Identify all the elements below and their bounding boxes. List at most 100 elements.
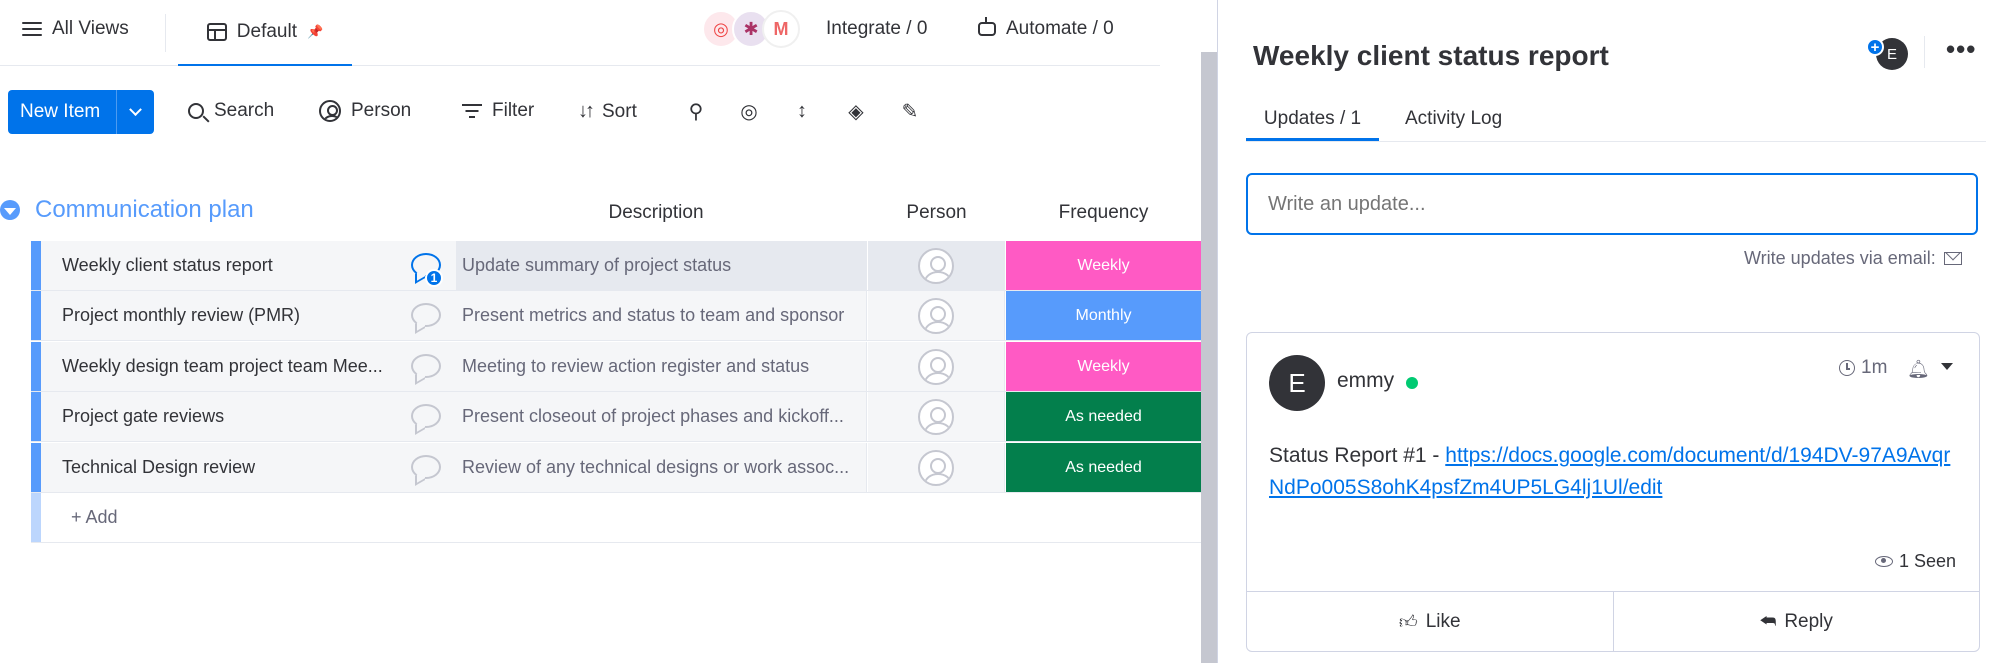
more-options-icon[interactable]: ••• [1946,34,1976,65]
person-cell[interactable] [868,291,1005,340]
thumbs-up-icon: 👍︎ [1398,611,1418,632]
sort-button[interactable]: ↓↑ Sort [578,100,637,123]
board-topbar: All Views Default 📌 ◎ ✱ M Integrate / 0 … [0,0,1160,66]
integration-logos[interactable]: ◎ ✱ M [702,10,800,48]
item-name-cell[interactable]: Weekly design team project team Mee... [41,342,467,391]
update-text: Status Report #1 - [1269,444,1446,467]
update-body: Status Report #1 - https://docs.google.c… [1269,440,1959,504]
filter-icon [462,104,482,118]
item-name: Project gate reviews [62,406,225,426]
person-icon [319,100,341,122]
eye-icon [1875,556,1893,567]
item-name-cell[interactable]: Project gate reviews [41,392,467,441]
description-text: Update summary of project status [462,255,732,275]
add-item-row[interactable]: + Add [31,493,1201,543]
empty-avatar-icon [918,449,954,486]
item-name: Project monthly review (PMR) [62,305,301,325]
paint-bucket-icon: ◈ [848,100,864,123]
filter-button[interactable]: Filter [462,100,534,122]
time-label: 1m [1861,357,1888,378]
group-title[interactable]: Communication plan [35,196,254,224]
description-cell[interactable]: Update summary of project status [456,241,867,290]
person-cell[interactable] [868,342,1005,391]
search-button[interactable]: Search [188,100,274,122]
person-filter-button[interactable]: Person [319,100,411,122]
person-cell[interactable] [868,241,1005,290]
chevron-down-icon[interactable] [1941,363,1953,370]
pin-columns-button[interactable]: ⚲ [683,98,709,124]
column-header-frequency[interactable]: Frequency [1006,202,1201,224]
frequency-status-cell[interactable]: As needed [1006,443,1201,492]
description-cell[interactable]: Meeting to review action register and st… [456,342,867,391]
via-email-label: Write updates via email: [1744,248,1936,268]
write-update-input[interactable] [1246,173,1978,235]
table-row[interactable]: Project gate reviews Present closeout of… [31,392,1201,442]
table-row[interactable]: Technical Design review Review of any te… [31,443,1201,493]
automate-button[interactable]: Automate / 0 [978,17,1114,40]
chevron-down-icon [129,102,142,116]
empty-avatar-icon [918,398,954,435]
like-label: Like [1425,610,1461,632]
item-name: Weekly client status report [62,255,273,275]
new-item-button[interactable]: New Item [8,90,154,134]
person-label: Person [351,100,412,121]
row-height-button[interactable]: ↕ [789,98,815,124]
sort-label: Sort [602,100,637,122]
integrate-button[interactable]: Integrate / 0 [826,18,927,40]
tab-updates[interactable]: Updates / 1 [1246,108,1379,141]
write-via-email-link[interactable]: Write updates via email: [1744,248,1962,269]
edit-button[interactable]: ✎ [897,98,923,124]
group-collapse-toggle[interactable] [0,200,20,220]
frequency-status-cell[interactable]: Weekly [1006,342,1201,391]
item-name-cell[interactable]: Project monthly review (PMR) [41,291,467,340]
color-button[interactable]: ◈ [843,98,869,124]
column-header-person[interactable]: Person [868,202,1005,224]
like-button[interactable]: 👍︎ Like [1247,592,1613,651]
description-cell[interactable]: Present metrics and status to team and s… [456,291,867,340]
frequency-status-cell[interactable]: Weekly [1006,241,1201,290]
table-icon [206,23,227,41]
all-views-button[interactable]: All Views [22,18,129,40]
row-color-bar [31,493,41,542]
item-updates-panel: Weekly client status report + E ••• Upda… [1217,0,1999,663]
column-header-description[interactable]: Description [456,202,856,224]
frequency-status-cell[interactable]: Monthly [1006,291,1201,340]
online-status-icon [1406,377,1418,389]
frequency-status-cell[interactable]: As needed [1006,392,1201,441]
robot-icon [978,17,996,36]
reply-button[interactable]: ⮪ Reply [1612,592,1980,651]
search-label: Search [214,100,275,121]
table-row[interactable]: Weekly design team project team Mee... M… [31,342,1201,392]
author-name[interactable]: emmy [1337,369,1394,393]
tab-activity-log[interactable]: Activity Log [1405,108,1502,130]
sort-icon: ↓↑ [578,100,595,122]
pin-icon: ⚲ [688,100,704,123]
updates-bubble-icon[interactable] [411,354,441,378]
description-text: Present closeout of project phases and k… [462,406,844,426]
description-cell[interactable]: Review of any technical designs or work … [456,443,867,492]
person-cell[interactable] [868,443,1005,492]
table-row[interactable]: Project monthly review (PMR) Present met… [31,291,1201,341]
person-cell[interactable] [868,392,1005,441]
row-height-icon: ↕ [797,99,807,122]
panel-title[interactable]: Weekly client status report [1253,40,1609,72]
reply-label: Reply [1784,610,1833,632]
description-cell[interactable]: Present closeout of project phases and k… [456,392,867,441]
hide-columns-button[interactable]: ◎ [736,98,762,124]
item-name-cell[interactable]: Weekly client status report 1 [41,241,467,290]
updates-count-badge: 1 [425,269,443,287]
item-name-cell[interactable]: Technical Design review [41,443,467,492]
tab-default-view[interactable]: Default 📌 [178,0,352,66]
table-row[interactable]: Weekly client status report 1 Update sum… [31,241,1201,291]
menu-icon [22,22,42,36]
empty-avatar-icon [918,247,954,284]
seen-indicator[interactable]: 1 Seen [1875,551,1956,572]
avatar[interactable]: E [1269,355,1325,411]
bell-icon[interactable]: 🔔︎ [1907,359,1930,380]
eye-off-icon: ◎ [740,100,758,123]
updates-bubble-icon[interactable] [411,303,441,327]
updates-bubble-icon[interactable] [411,404,441,428]
subscribers[interactable]: + E [1866,36,1908,72]
updates-bubble-icon[interactable] [411,455,441,479]
new-item-dropdown[interactable] [116,90,154,134]
